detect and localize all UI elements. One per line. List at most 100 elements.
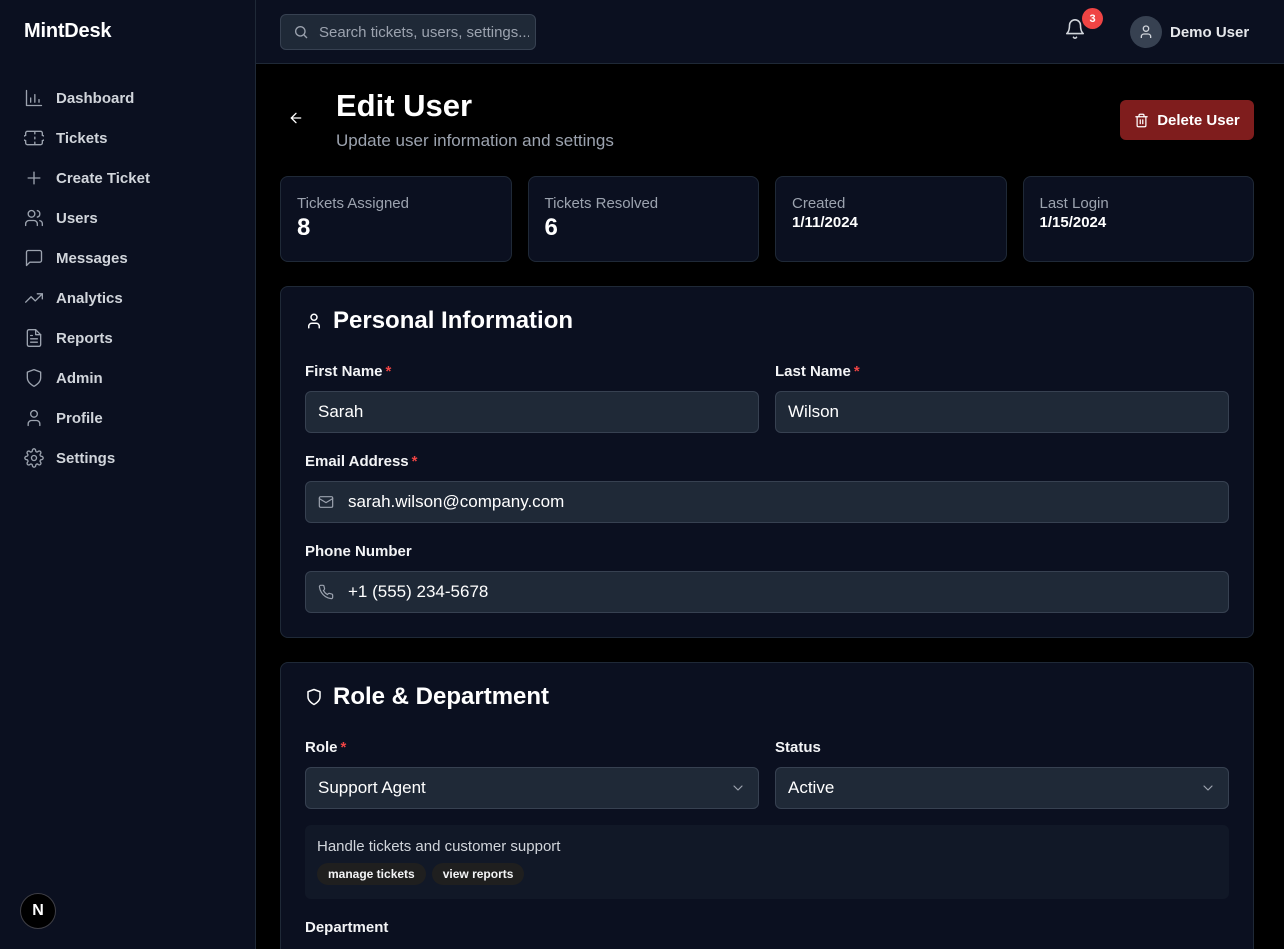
stat-label: Last Login <box>1039 195 1109 212</box>
sidebar-item-reports[interactable]: Reports <box>16 318 240 358</box>
user-menu[interactable]: Demo User <box>1130 16 1249 48</box>
email-field[interactable]: sarah.wilson@company.com <box>305 481 1229 523</box>
users-icon <box>25 209 43 227</box>
sidebar-item-label: Dashboard <box>56 89 135 107</box>
sidebar-item-label: Messages <box>56 249 128 267</box>
shield-icon <box>26 369 42 387</box>
app-logo[interactable]: MintDesk <box>24 20 112 43</box>
sidebar-item-create-ticket[interactable]: Create Ticket <box>16 158 240 198</box>
delete-user-button[interactable]: Delete User <box>1120 100 1254 140</box>
first-name-value: Sarah <box>318 402 364 421</box>
sidebar-item-tickets[interactable]: Tickets <box>16 118 240 158</box>
stat-value: 1/15/2024 <box>1039 214 1107 231</box>
sidebar-item-settings[interactable]: Settings <box>16 438 240 478</box>
search-input[interactable] <box>319 23 529 41</box>
user-icon <box>308 313 320 329</box>
role-select-value: Support Agent <box>318 778 426 797</box>
sidebar-item-label: Admin <box>56 369 103 387</box>
message-icon <box>25 249 43 267</box>
phone-value: +1 (555) 234-5678 <box>348 582 489 601</box>
required-mark: * <box>411 453 418 470</box>
avatar <box>1130 16 1162 48</box>
permission-badge: view reports <box>431 863 525 885</box>
chevron-down-icon <box>1203 785 1213 791</box>
last-name-field[interactable]: Wilson <box>775 391 1229 433</box>
stat-card-tickets-assigned: Tickets Assigned 8 <box>280 176 512 262</box>
label-text: Department <box>305 919 389 936</box>
label-text: Email Address <box>305 453 409 470</box>
status-select[interactable]: Active <box>775 767 1229 809</box>
required-mark: * <box>340 739 347 756</box>
sidebar-item-messages[interactable]: Messages <box>16 238 240 278</box>
permission-list: manage tickets view reports <box>317 863 1217 885</box>
main-content: Edit User Update user information and se… <box>256 64 1276 949</box>
role-label: Role * <box>305 739 346 756</box>
sidebar-item-admin[interactable]: Admin <box>16 358 240 398</box>
trash-icon <box>1135 113 1148 127</box>
file-text-icon <box>26 329 42 347</box>
gear-icon <box>24 448 44 468</box>
sidebar-item-label: Reports <box>56 329 113 347</box>
label-text: Last Name <box>775 363 851 380</box>
role-description: Handle tickets and customer support <box>317 838 561 855</box>
section-title-text: Personal Information <box>333 307 574 334</box>
sidebar-item-users[interactable]: Users <box>16 198 240 238</box>
stat-label: Tickets Resolved <box>544 195 659 212</box>
sidebar-item-dashboard[interactable]: Dashboard <box>16 78 240 118</box>
user-name: Demo User <box>1170 23 1250 41</box>
stats-row: Tickets Assigned 8 Tickets Resolved 6 Cr… <box>280 176 1254 262</box>
page-title: Edit User <box>336 88 473 123</box>
first-name-label: First Name * <box>305 363 391 380</box>
stat-value: 1/11/2024 <box>792 214 858 231</box>
trending-up-icon <box>25 293 43 303</box>
stat-label: Tickets Assigned <box>297 195 409 212</box>
sidebar: MintDesk Dashboard Tickets Create Ticket… <box>0 0 256 949</box>
ticket-icon <box>24 130 44 146</box>
sidebar-item-label: Create Ticket <box>56 169 150 187</box>
sidebar-item-label: Settings <box>56 449 116 467</box>
last-name-value: Wilson <box>788 402 840 421</box>
sidebar-item-analytics[interactable]: Analytics <box>16 278 240 318</box>
shield-icon <box>307 688 321 706</box>
stat-value: 8 <box>297 214 311 241</box>
scrollbar[interactable] <box>1276 64 1284 949</box>
user-icon <box>1140 25 1152 38</box>
first-name-field[interactable]: Sarah <box>305 391 759 433</box>
user-icon <box>27 409 41 427</box>
arrow-left-icon <box>290 112 302 124</box>
status-select-value: Active <box>788 778 835 797</box>
label-text: Status <box>775 739 821 756</box>
phone-icon <box>318 584 334 600</box>
stat-card-tickets-resolved: Tickets Resolved 6 <box>527 176 759 262</box>
chevron-down-icon <box>733 785 743 791</box>
search-bar[interactable] <box>280 14 536 50</box>
stat-label: Created <box>792 195 846 212</box>
notifications-button[interactable]: 3 <box>1064 8 1103 46</box>
label-text: Role <box>305 739 338 756</box>
phone-field[interactable]: +1 (555) 234-5678 <box>305 571 1229 613</box>
role-select[interactable]: Support Agent <box>305 767 759 809</box>
permission-badge: manage tickets <box>317 863 426 885</box>
back-button[interactable] <box>288 110 310 132</box>
search-icon <box>295 26 308 39</box>
next-badge[interactable]: N <box>20 893 56 929</box>
sidebar-item-label: Profile <box>56 409 103 427</box>
section-title: Role & Department <box>305 683 549 711</box>
email-label: Email Address * <box>305 453 418 470</box>
sidebar-item-label: Tickets <box>56 129 108 147</box>
section-title: Personal Information <box>305 307 573 335</box>
sidebar-item-label: Users <box>56 209 98 227</box>
required-mark: * <box>385 363 392 380</box>
sidebar-nav: Dashboard Tickets Create Ticket Users Me… <box>16 78 240 478</box>
bar-chart-icon <box>25 89 43 107</box>
role-description-box: Handle tickets and customer support mana… <box>305 825 1229 899</box>
department-label: Department <box>305 919 388 936</box>
personal-information-card: Personal Information First Name * Sarah L… <box>280 286 1254 638</box>
top-header: 3 Demo User <box>256 0 1284 64</box>
label-text: Phone Number <box>305 543 412 560</box>
label-text: First Name <box>305 363 383 380</box>
mail-icon <box>318 496 334 508</box>
page-subtitle: Update user information and settings <box>336 131 614 150</box>
email-value: sarah.wilson@company.com <box>348 492 565 511</box>
sidebar-item-profile[interactable]: Profile <box>16 398 240 438</box>
